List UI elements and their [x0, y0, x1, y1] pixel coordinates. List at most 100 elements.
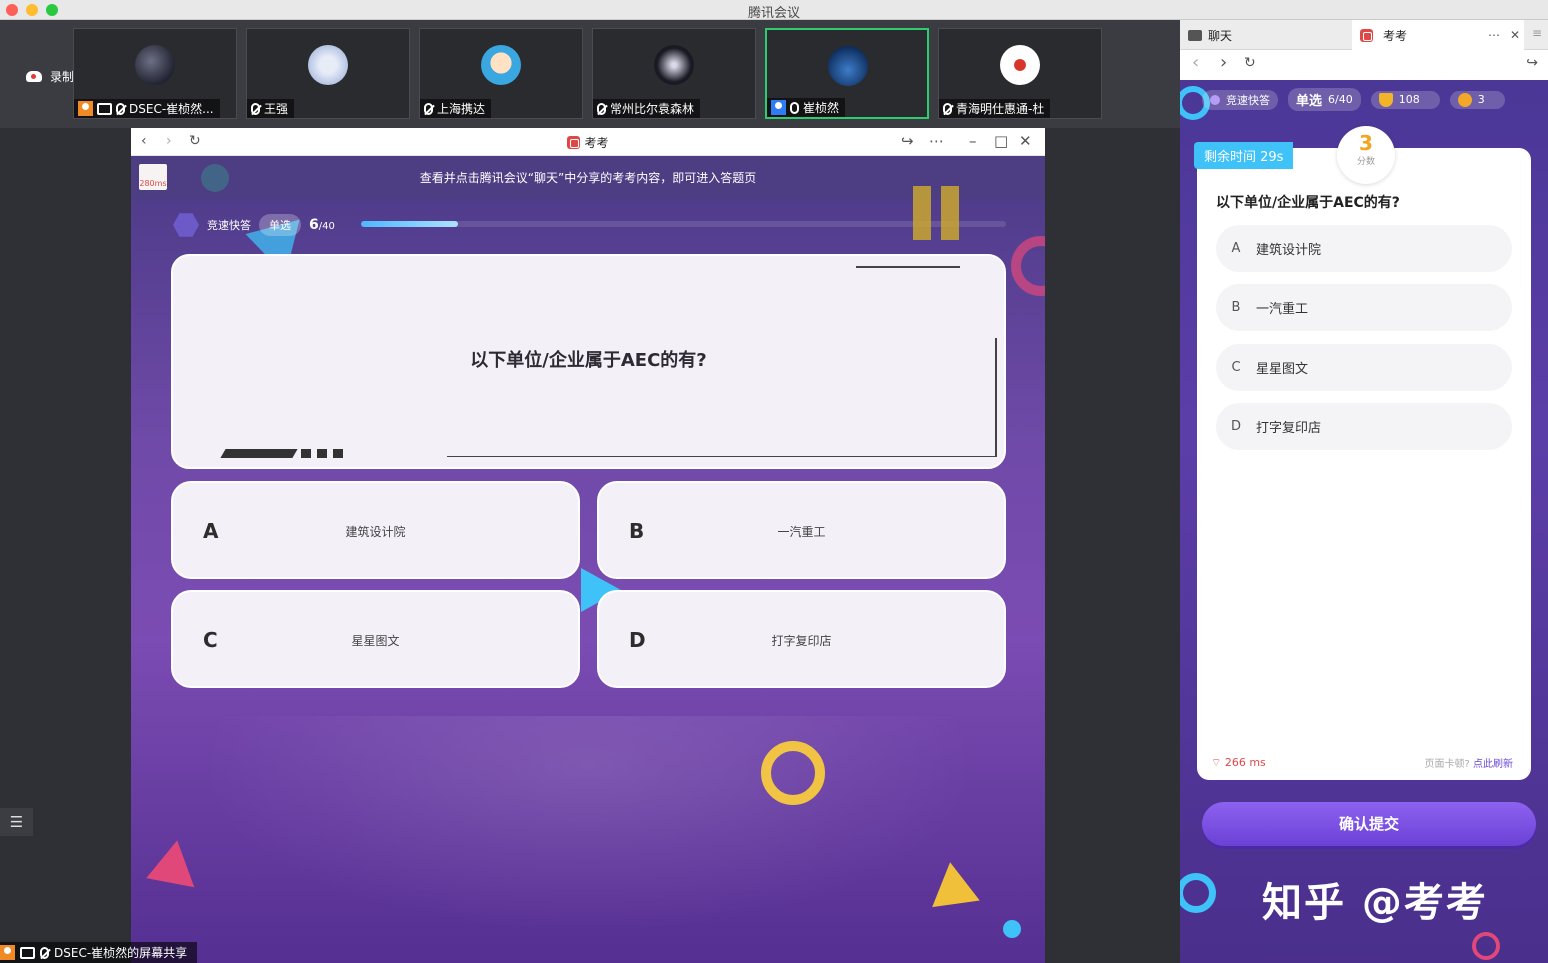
latency-value: 266 ms: [1224, 756, 1266, 769]
decor-circle: [201, 164, 229, 192]
host-icon: [0, 945, 15, 960]
medal-icon: [1457, 92, 1472, 107]
participant-name: 上海携达: [437, 102, 486, 116]
refresh-link[interactable]: 点此刷新: [1473, 759, 1513, 770]
close-icon[interactable]: ✕: [1019, 132, 1032, 150]
participant-tile[interactable]: DSEC-崔桢然...: [73, 28, 237, 119]
meeting-area: 录制中 DSEC-崔桢然... 王强 上海携达 常州比尔袁森林 崔桢然 青海明仕…: [0, 20, 1180, 963]
more-icon[interactable]: ⋯: [929, 132, 944, 150]
list-menu-icon[interactable]: ☰: [0, 808, 33, 836]
mic-muted-icon: [251, 102, 260, 115]
tab-chat[interactable]: 聊天: [1180, 20, 1352, 50]
option-text: 打字复印店: [771, 634, 832, 648]
option-letter: C: [1231, 360, 1241, 375]
participant-name-bar: 上海携达: [420, 99, 492, 118]
refresh-icon[interactable]: ↻: [1244, 55, 1256, 71]
kaokao-logo-icon: [1360, 28, 1373, 42]
kaokao-shared-window: ‹ › ↻ 考考 ↪ ⋯ – □ ✕ 查看并点击腾讯会议“聊天”中分享的考考内容…: [131, 128, 1045, 963]
clock-icon: [1210, 94, 1220, 105]
answer-option-d[interactable]: D 打字复印店: [1216, 403, 1512, 450]
tab-label: 考考: [1383, 28, 1408, 43]
panel-tabs: 聊天 考考 ⋯ ✕ ≡: [1180, 20, 1548, 50]
participant-strip: 录制中 DSEC-崔桢然... 王强 上海携达 常州比尔袁森林 崔桢然 青海明仕…: [0, 20, 1180, 128]
option-letter: B: [1231, 300, 1241, 315]
participant-tile[interactable]: 王强: [246, 28, 410, 119]
mic-muted-icon: [40, 946, 49, 959]
quiz-stage: 查看并点击腾讯会议“聊天”中分享的考考内容，即可进入答题页 280ms 竞速快答…: [131, 156, 1045, 963]
medal-badge: 3: [1449, 90, 1505, 109]
panel-quiz-stage: 竞速快答 单选 6/40 108 3 剩余时间 29s 3 分数 以下单位/企业属…: [1180, 80, 1548, 963]
kaokao-logo-icon: [567, 136, 581, 149]
participant-name: 崔桢然: [803, 101, 840, 115]
option-a[interactable]: A 建筑设计院: [171, 481, 580, 579]
host-icon: [78, 101, 93, 116]
option-d[interactable]: D 打字复印店: [597, 590, 1006, 688]
decor-line: [856, 266, 960, 268]
panel-quiz-hud: 竞速快答 单选 6/40 108 3: [1202, 88, 1505, 111]
question-card: 以下单位/企业属于AEC的有?: [171, 254, 1006, 469]
progress-counter: 6/40: [309, 217, 335, 233]
decor-bar: [333, 449, 343, 458]
screen-share-icon: [20, 946, 35, 959]
tab-kaokao[interactable]: 考考 ⋯ ✕: [1352, 20, 1524, 50]
forward-icon[interactable]: ›: [1220, 52, 1227, 73]
share-icon[interactable]: ↪: [1526, 55, 1538, 71]
answer-option-b[interactable]: B 一汽重工: [1216, 284, 1512, 331]
progress-bar-fill: [361, 221, 458, 227]
avatar: [308, 45, 348, 85]
progress-current: 6: [309, 217, 319, 233]
trophy-badge: 108: [1370, 90, 1440, 109]
question-text: 以下单位/企业属于AEC的有?: [1216, 195, 1400, 211]
chat-icon: [1188, 29, 1202, 41]
participant-name-bar: 青海明仕惠通-杜: [939, 99, 1051, 118]
pause-icon[interactable]: [913, 186, 963, 240]
progress-label: 6/40: [1328, 93, 1353, 106]
trophy-icon: [1378, 92, 1393, 107]
decor-ring: [1472, 932, 1500, 960]
participant-tile[interactable]: 青海明仕惠通-杜: [938, 28, 1102, 119]
mic-muted-icon: [597, 102, 606, 115]
back-icon[interactable]: ‹: [1192, 52, 1199, 73]
option-c[interactable]: C 星星图文: [171, 590, 580, 688]
answer-option-c[interactable]: C 星星图文: [1216, 344, 1512, 391]
minimize-icon[interactable]: –: [969, 132, 977, 150]
maximize-icon[interactable]: □: [994, 132, 1008, 150]
more-icon[interactable]: ⋯: [1488, 28, 1500, 42]
screen-share-icon: [97, 102, 112, 115]
score-value: 3: [1359, 131, 1373, 155]
submit-button[interactable]: 确认提交: [1202, 802, 1536, 846]
option-text: 建筑设计院: [345, 525, 406, 539]
progress-total: /40: [318, 221, 335, 232]
latency-indicator: ⌔ 266 ms: [1211, 756, 1266, 769]
self-icon: [771, 100, 786, 115]
option-text: 星星图文: [351, 634, 400, 648]
share-icon[interactable]: ↪: [901, 132, 914, 150]
answer-option-a[interactable]: A 建筑设计院: [1216, 225, 1512, 272]
tab-label: 聊天: [1208, 28, 1233, 43]
right-panel: 聊天 考考 ⋯ ✕ ≡ ‹ › ↻ ↪ 竞速快答 单选 6/40 108 3 剩余…: [1180, 20, 1548, 963]
participant-name-bar: DSEC-崔桢然...: [74, 99, 220, 118]
participant-tile-active[interactable]: 崔桢然: [765, 28, 929, 119]
participant-tile[interactable]: 上海携达: [419, 28, 583, 119]
mic-icon: [790, 101, 799, 114]
refresh-hint: 页面卡顿? 点此刷新: [1425, 755, 1514, 770]
mode-label: 竞速快答: [207, 219, 251, 232]
avatar: [828, 46, 868, 86]
timer-badge: 剩余时间 29s: [1194, 142, 1294, 169]
quiz-hud: 竞速快答 单选 6/40: [173, 212, 335, 238]
decor-ring: [1180, 873, 1216, 913]
participant-tile[interactable]: 常州比尔袁森林: [592, 28, 756, 119]
participant-name: 常州比尔袁森林: [610, 102, 695, 116]
participant-name: 青海明仕惠通-杜: [956, 102, 1045, 116]
decor-bar: [220, 449, 298, 458]
avatar: [1000, 45, 1040, 85]
score-label: 分数: [1356, 157, 1375, 167]
watermark-text: 知乎 @考考: [1262, 880, 1488, 926]
option-b[interactable]: B 一汽重工: [597, 481, 1006, 579]
close-icon[interactable]: ✕: [1510, 28, 1520, 42]
score-badge: 3 分数: [1337, 126, 1395, 184]
list-icon[interactable]: ≡: [1532, 26, 1542, 40]
mode-badge: 竞速快答: [1202, 89, 1278, 110]
kaokao-title-text: 考考: [584, 136, 609, 150]
mode-label: 竞速快答: [1226, 93, 1270, 107]
